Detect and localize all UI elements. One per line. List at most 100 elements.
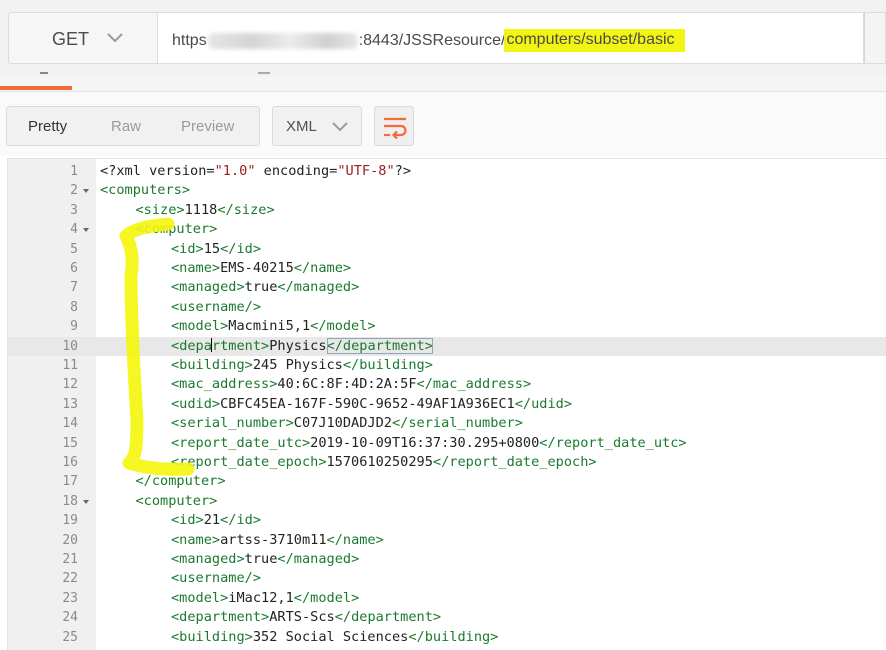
code-line: 17 </computer> xyxy=(8,472,886,491)
fold-arrow-icon[interactable] xyxy=(83,228,89,233)
format-label: XML xyxy=(286,118,317,135)
line-number: 20 xyxy=(62,532,78,548)
code-line: 10 <department>Physics</department> xyxy=(8,336,886,356)
tab-cookies-fragment[interactable] xyxy=(258,72,270,80)
url-scheme: https xyxy=(172,31,207,49)
code-text: <name>EMS-40215</name> xyxy=(171,260,352,276)
code-text: <computers> xyxy=(100,182,191,199)
code-line: 5 <id>15</id> xyxy=(8,240,886,259)
code-line: 16 <report_date_epoch>1570610250295</repo… xyxy=(8,453,886,472)
code-line: 19 <id>21</id> xyxy=(8,511,886,530)
code-text: <report_date_utc>2019-10-09T16:37:30.295… xyxy=(171,434,687,451)
line-number: 3 xyxy=(70,202,78,218)
method-select[interactable]: GET xyxy=(8,12,158,64)
line-number: 11 xyxy=(62,358,78,373)
response-body-editor[interactable]: 1 <?xml version="1.0" encoding="UTF-8"?> 2… xyxy=(7,158,886,650)
code-line: 12 <mac_address>40:6C:8F:4D:2A:5F</mac_ad… xyxy=(8,375,886,394)
code-line: 2 <computers> xyxy=(8,181,886,200)
wrap-lines-icon xyxy=(384,117,407,139)
code-line: 6 <name>EMS-40215</name> xyxy=(8,259,886,278)
line-number: 4 xyxy=(70,222,78,238)
line-number: 24 xyxy=(62,610,78,626)
url-text: https :8443/JSSResource/computers/subset/… xyxy=(172,29,685,52)
redacted-host xyxy=(207,32,358,49)
code-line: 8 <username/> xyxy=(8,298,886,317)
line-number: 15 xyxy=(62,435,78,451)
url-input[interactable]: https :8443/JSSResource/computers/subset/… xyxy=(158,12,864,64)
fold-arrow-icon[interactable] xyxy=(83,189,89,194)
fold-arrow-icon[interactable] xyxy=(83,499,89,504)
code-text: <model>Macmini5,1</model> xyxy=(171,318,376,335)
code-text: <department>ARTS-Scs</department> xyxy=(171,609,442,626)
chevron-down-icon xyxy=(332,122,348,132)
code-line: 9 <model>Macmini5,1</model> xyxy=(8,317,886,336)
code-text: <id>15</id> xyxy=(171,240,262,257)
code-line: 23 <model>iMac12,1</model> xyxy=(8,589,886,608)
line-number: 19 xyxy=(62,513,78,529)
line-number: 2 xyxy=(70,183,78,199)
url-port-path: :8443/JSSResource/ xyxy=(358,31,506,49)
code-text: <computer> xyxy=(135,221,218,238)
code-line: 15 <report_date_utc>2019-10-09T16:37:30.2… xyxy=(8,434,886,453)
line-number: 14 xyxy=(62,416,78,432)
line-number: 25 xyxy=(62,629,78,645)
format-select[interactable]: XML xyxy=(272,106,362,146)
line-number: 9 xyxy=(70,319,78,335)
code-text: <size>1118</size> xyxy=(135,201,275,218)
view-mode-raw[interactable]: Raw xyxy=(111,118,141,135)
tab-body-fragment[interactable] xyxy=(40,72,48,80)
code-text: <computer> xyxy=(135,492,218,509)
code-line: 1 <?xml version="1.0" encoding="UTF-8"?> xyxy=(8,162,886,181)
code-text: <mac_address>40:6C:8F:4D:2A:5F</mac_addr… xyxy=(171,376,532,393)
code-text: <?xml version="1.0" encoding="UTF-8"?> xyxy=(100,163,412,179)
code-line: 14 <serial_number>C07J10DADJD2</serial_nu… xyxy=(8,414,886,433)
chevron-down-icon xyxy=(107,33,123,43)
view-mode-selector: Pretty Raw Preview xyxy=(6,106,260,146)
line-number: 1 xyxy=(70,164,78,179)
line-number: 16 xyxy=(62,455,78,470)
code-text: <name>artss-3710m11</name> xyxy=(171,531,384,548)
line-number: 18 xyxy=(62,493,78,509)
method-label: GET xyxy=(52,29,90,49)
line-number: 23 xyxy=(62,590,78,606)
code-text: <model>iMac12,1</model> xyxy=(171,589,360,606)
code-line: 3 <size>1118</size> xyxy=(8,201,886,220)
line-number: 17 xyxy=(62,474,78,490)
request-bar: GET https :8443/JSSResource/computers/sub… xyxy=(0,0,886,76)
code-text: <building>352 Social Sciences</building> xyxy=(171,628,499,645)
code-line: 20 <name>artss-3710m11</name> xyxy=(8,531,886,550)
code-text: <managed>true</managed> xyxy=(171,551,360,567)
code-line: 22 <username/> xyxy=(8,569,886,588)
url-bar-end xyxy=(864,12,886,64)
line-number: 7 xyxy=(70,280,78,296)
code-text: <username/> xyxy=(171,298,262,315)
code-text: <building>245 Physics</building> xyxy=(171,357,433,373)
line-number: 13 xyxy=(62,396,78,412)
code-line: 7 <managed>true</managed> xyxy=(8,278,886,297)
code-text: </computer> xyxy=(135,473,226,490)
line-number: 10 xyxy=(62,338,78,354)
code-text: <username/> xyxy=(171,570,262,587)
url-highlighted-endpoint: computers/subset/basic xyxy=(504,29,685,52)
code-text: <serial_number>C07J10DADJD2</serial_numb… xyxy=(171,415,523,432)
code-text: <report_date_epoch>1570610250295</report… xyxy=(171,454,597,470)
code-line: 13 <udid>CBFC45EA-167F-590C-9652-49AF1A93… xyxy=(8,395,886,414)
view-mode-pretty[interactable]: Pretty xyxy=(28,118,67,135)
code-line: 4 <computer> xyxy=(8,220,886,239)
line-number: 6 xyxy=(70,261,78,276)
code-line: 21 <managed>true</managed> xyxy=(8,550,886,569)
response-tabs xyxy=(0,76,886,92)
code-text: <managed>true</managed> xyxy=(171,279,360,296)
line-number: 5 xyxy=(70,241,78,257)
code-line: 24 <department>ARTS-Scs</department> xyxy=(8,608,886,627)
view-mode-preview[interactable]: Preview xyxy=(181,118,234,135)
code-line: 11 <building>245 Physics</building> xyxy=(8,356,886,375)
wrap-lines-button[interactable] xyxy=(374,106,414,146)
line-number: 21 xyxy=(62,552,78,567)
code-line: 25 <building>352 Social Sciences</buildin… xyxy=(8,628,886,647)
line-number: 8 xyxy=(70,299,78,315)
code-line: 18 <computer> xyxy=(8,492,886,511)
active-tab-indicator xyxy=(0,86,72,90)
code-text: <department>Physics</department> xyxy=(171,337,433,354)
code-text: <id>21</id> xyxy=(171,512,262,529)
